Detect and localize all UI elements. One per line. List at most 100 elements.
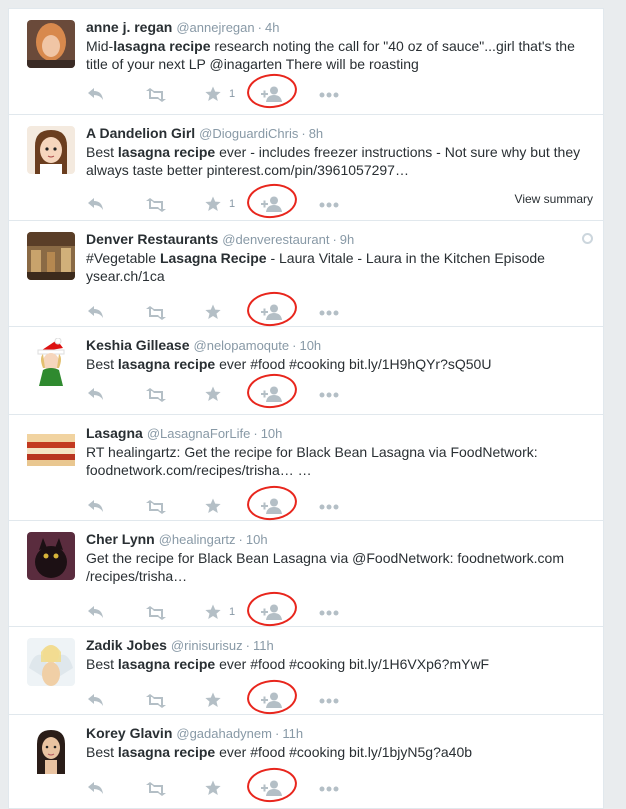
favorite-count: 1 (229, 88, 236, 100)
avatar[interactable] (27, 232, 75, 280)
more-ellipsis-icon[interactable] (319, 392, 339, 398)
timestamp[interactable]: 11h (282, 726, 303, 741)
avatar[interactable] (27, 532, 75, 580)
retweet-icon[interactable] (145, 88, 167, 102)
tweet[interactable]: Korey Glavin @gadahadynem · 11h Best lasagn… (9, 715, 603, 809)
favorite-star-icon[interactable] (205, 780, 221, 796)
user-handle[interactable]: @annejregan (176, 20, 254, 35)
separator-dot: · (238, 532, 243, 547)
retweet-icon[interactable] (145, 388, 167, 402)
user-name[interactable]: Lasagna (86, 425, 143, 441)
favorite-star-icon[interactable] (205, 498, 221, 514)
avatar[interactable] (27, 726, 75, 774)
tweet-text: Best lasagna recipe ever #food #cooking … (86, 656, 490, 672)
tweet-actions: 1 (87, 181, 587, 221)
more-ellipsis-icon[interactable] (319, 202, 339, 208)
annotation-circle (245, 589, 299, 629)
separator-dot: · (292, 338, 297, 353)
tweet[interactable]: Keshia Gillease @nelopamoqute · 10h Best la… (9, 327, 603, 415)
more-ellipsis-icon[interactable] (319, 504, 339, 510)
separator-dot: · (257, 20, 262, 35)
annotation-circle (245, 71, 299, 111)
user-handle[interactable]: @nelopamoqute (194, 338, 290, 353)
timestamp[interactable]: 10h (261, 426, 283, 441)
reply-icon[interactable] (87, 387, 105, 401)
tweet-actions (87, 483, 587, 523)
favorite-star-icon[interactable] (205, 196, 221, 212)
avatar[interactable] (27, 20, 75, 68)
avatar[interactable] (27, 426, 75, 474)
favorite-star-icon[interactable] (205, 304, 221, 320)
tweet[interactable]: Zadik Jobes @rinisurisuz · 11h Best lasagna… (9, 627, 603, 717)
separator-dot: · (245, 638, 250, 653)
more-ellipsis-icon[interactable] (319, 610, 339, 616)
tweet-actions (87, 289, 587, 329)
tweet-header: Keshia Gillease @nelopamoqute · 10h (86, 337, 321, 353)
timestamp[interactable]: 10h (299, 338, 321, 353)
annotation-circle (245, 181, 299, 221)
user-name[interactable]: Korey Glavin (86, 725, 172, 741)
tweet[interactable]: A Dandelion Girl @DioguardiChris · 8h Best … (9, 115, 603, 221)
user-name[interactable]: anne j. regan (86, 19, 172, 35)
avatar[interactable] (27, 338, 75, 386)
timestamp[interactable]: 11h (253, 638, 274, 653)
user-name[interactable]: Keshia Gillease (86, 337, 190, 353)
annotation-circle (245, 289, 299, 329)
retweet-icon[interactable] (145, 782, 167, 796)
avatar[interactable] (27, 638, 75, 686)
tweet-text: RT healingartz: Get the recipe for Black… (86, 444, 538, 478)
favorite-count: 1 (229, 198, 236, 210)
favorite-star-icon[interactable] (205, 692, 221, 708)
retweet-icon[interactable] (145, 198, 167, 212)
reply-icon[interactable] (87, 693, 105, 707)
favorite-star-icon[interactable] (205, 604, 221, 620)
reply-icon[interactable] (87, 305, 105, 319)
tweet-text: Best lasagna recipe ever #food #cooking … (86, 744, 473, 760)
reply-icon[interactable] (87, 87, 105, 101)
user-handle[interactable]: @denverestaurant (222, 232, 329, 247)
user-handle[interactable]: @healingartz (159, 532, 236, 547)
separator-dot: · (274, 726, 280, 741)
geo-location-icon[interactable] (582, 233, 593, 244)
user-handle[interactable]: @LasagnaForLife (147, 426, 251, 441)
reply-icon[interactable] (87, 605, 105, 619)
retweet-icon[interactable] (145, 694, 167, 708)
user-name[interactable]: Cher Lynn (86, 531, 155, 547)
favorite-star-icon[interactable] (205, 86, 221, 102)
tweet-header: Korey Glavin @gadahadynem · 11h (86, 725, 303, 741)
separator-dot: · (253, 426, 258, 441)
reply-icon[interactable] (87, 499, 105, 513)
user-handle[interactable]: @DioguardiChris (199, 126, 298, 141)
more-ellipsis-icon[interactable] (319, 786, 339, 792)
retweet-icon[interactable] (145, 606, 167, 620)
user-name[interactable]: Denver Restaurants (86, 231, 218, 247)
tweet-actions: 1 (87, 589, 587, 629)
user-handle[interactable]: @gadahadynem (176, 726, 272, 741)
retweet-icon[interactable] (145, 500, 167, 514)
tweet[interactable]: Cher Lynn @healingartz · 10h Get the recipe… (9, 521, 603, 629)
timestamp[interactable]: 8h (309, 126, 323, 141)
reply-icon[interactable] (87, 781, 105, 795)
tweet-header: anne j. regan @annejregan · 4h (86, 19, 279, 35)
user-name[interactable]: Zadik Jobes (86, 637, 167, 653)
favorite-star-icon[interactable] (205, 386, 221, 402)
user-name[interactable]: A Dandelion Girl (86, 125, 195, 141)
retweet-icon[interactable] (145, 306, 167, 320)
tweet[interactable]: anne j. regan @annejregan · 4h Mid-lasagna … (9, 9, 603, 115)
user-handle[interactable]: @rinisurisuz (171, 638, 243, 653)
tweet-actions (87, 677, 587, 717)
more-ellipsis-icon[interactable] (319, 92, 339, 98)
reply-icon[interactable] (87, 197, 105, 211)
timestamp[interactable]: 10h (246, 532, 268, 547)
favorite-count: 1 (229, 606, 236, 618)
tweet-text: Best lasagna recipe ever - includes free… (86, 144, 581, 178)
more-ellipsis-icon[interactable] (319, 698, 339, 704)
tweet-actions: 1 (87, 71, 587, 111)
more-ellipsis-icon[interactable] (319, 310, 339, 316)
timestamp[interactable]: 9h (340, 232, 354, 247)
tweet[interactable]: Lasagna @LasagnaForLife · 10h RT healingart… (9, 415, 603, 523)
tweet[interactable]: Denver Restaurants @denverestaurant · 9h #V… (9, 221, 603, 329)
avatar[interactable] (27, 126, 75, 174)
tweet-text: Get the recipe for Black Bean Lasagna vi… (86, 550, 565, 584)
timestamp[interactable]: 4h (265, 20, 279, 35)
